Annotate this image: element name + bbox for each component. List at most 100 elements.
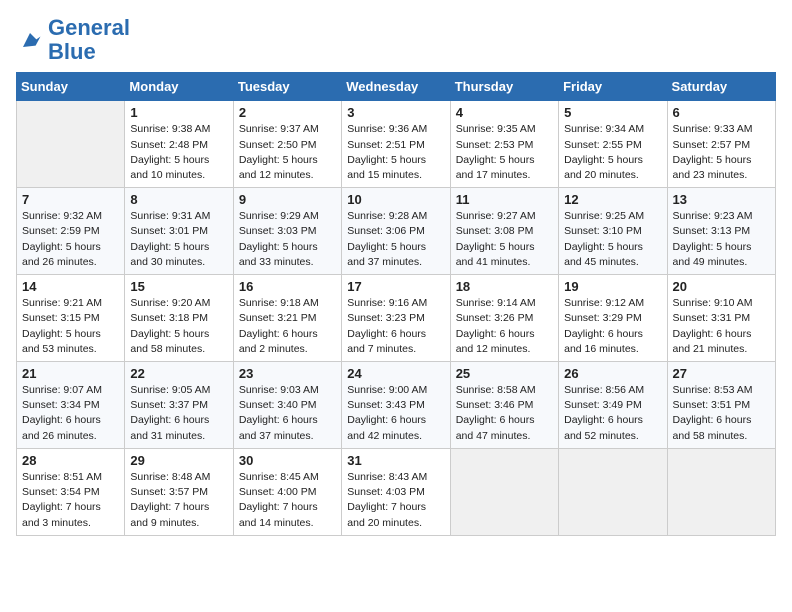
day-cell: 15Sunrise: 9:20 AMSunset: 3:18 PMDayligh… xyxy=(125,275,233,362)
day-info: Sunrise: 8:51 AMSunset: 3:54 PMDaylight:… xyxy=(22,470,119,531)
day-number: 6 xyxy=(673,105,770,120)
day-info: Sunrise: 8:56 AMSunset: 3:49 PMDaylight:… xyxy=(564,383,661,444)
day-number: 30 xyxy=(239,453,336,468)
day-cell: 26 Sunrise: 8:56 AMSunset: 3:49 PMDayligh… xyxy=(559,362,667,449)
day-cell: 4 Sunrise: 9:35 AMSunset: 2:53 PMDaylight… xyxy=(450,101,558,188)
page-header: General Blue xyxy=(16,16,776,64)
day-number: 23 xyxy=(239,366,336,381)
day-number: 27 xyxy=(673,366,770,381)
day-number: 7 xyxy=(22,192,119,207)
day-cell: 13 Sunrise: 9:23 AMSunset: 3:13 PMDayligh… xyxy=(667,188,775,275)
day-info: Sunrise: 9:32 AMSunset: 2:59 PMDaylight:… xyxy=(22,209,119,270)
day-number: 20 xyxy=(673,279,770,294)
day-info: Sunrise: 9:37 AMSunset: 2:50 PMDaylight:… xyxy=(239,122,336,183)
day-cell: 20 Sunrise: 9:10 AMSunset: 3:31 PMDayligh… xyxy=(667,275,775,362)
day-info: Sunrise: 9:29 AMSunset: 3:03 PMDaylight:… xyxy=(239,209,336,270)
day-cell: 25 Sunrise: 8:58 AMSunset: 3:46 PMDayligh… xyxy=(450,362,558,449)
day-number: 28 xyxy=(22,453,119,468)
header-cell-wednesday: Wednesday xyxy=(342,73,450,101)
day-info: Sunrise: 9:35 AMSunset: 2:53 PMDaylight:… xyxy=(456,122,553,183)
week-row-4: 21Sunrise: 9:07 AMSunset: 3:34 PMDayligh… xyxy=(17,362,776,449)
day-info: Sunrise: 9:31 AMSunset: 3:01 PMDaylight:… xyxy=(130,209,227,270)
day-number: 24 xyxy=(347,366,444,381)
day-cell: 8 Sunrise: 9:31 AMSunset: 3:01 PMDaylight… xyxy=(125,188,233,275)
day-cell: 31Sunrise: 8:43 AMSunset: 4:03 PMDayligh… xyxy=(342,448,450,535)
day-number: 9 xyxy=(239,192,336,207)
day-number: 10 xyxy=(347,192,444,207)
header-row: SundayMondayTuesdayWednesdayThursdayFrid… xyxy=(17,73,776,101)
day-info: Sunrise: 9:36 AMSunset: 2:51 PMDaylight:… xyxy=(347,122,444,183)
logo-text: General Blue xyxy=(48,16,130,64)
day-number: 21 xyxy=(22,366,119,381)
day-cell: 17 Sunrise: 9:16 AMSunset: 3:23 PMDayligh… xyxy=(342,275,450,362)
day-info: Sunrise: 9:21 AMSunset: 3:15 PMDaylight:… xyxy=(22,296,119,357)
day-info: Sunrise: 9:25 AMSunset: 3:10 PMDaylight:… xyxy=(564,209,661,270)
day-info: Sunrise: 9:20 AMSunset: 3:18 PMDaylight:… xyxy=(130,296,227,357)
header-cell-friday: Friday xyxy=(559,73,667,101)
day-cell xyxy=(17,101,125,188)
day-cell xyxy=(667,448,775,535)
day-info: Sunrise: 9:38 AMSunset: 2:48 PMDaylight:… xyxy=(130,122,227,183)
day-cell: 29 Sunrise: 8:48 AMSunset: 3:57 PMDayligh… xyxy=(125,448,233,535)
day-info: Sunrise: 8:48 AMSunset: 3:57 PMDaylight:… xyxy=(130,470,227,531)
day-info: Sunrise: 9:05 AMSunset: 3:37 PMDaylight:… xyxy=(130,383,227,444)
day-info: Sunrise: 9:00 AMSunset: 3:43 PMDaylight:… xyxy=(347,383,444,444)
day-cell: 28 Sunrise: 8:51 AMSunset: 3:54 PMDayligh… xyxy=(17,448,125,535)
day-cell: 9 Sunrise: 9:29 AMSunset: 3:03 PMDaylight… xyxy=(233,188,341,275)
day-number: 5 xyxy=(564,105,661,120)
day-info: Sunrise: 9:33 AMSunset: 2:57 PMDaylight:… xyxy=(673,122,770,183)
day-number: 19 xyxy=(564,279,661,294)
logo: General Blue xyxy=(16,16,130,64)
day-number: 26 xyxy=(564,366,661,381)
day-info: Sunrise: 8:53 AMSunset: 3:51 PMDaylight:… xyxy=(673,383,770,444)
day-info: Sunrise: 9:23 AMSunset: 3:13 PMDaylight:… xyxy=(673,209,770,270)
day-cell: 6 Sunrise: 9:33 AMSunset: 2:57 PMDaylight… xyxy=(667,101,775,188)
logo-icon xyxy=(16,26,44,54)
day-cell: 23 Sunrise: 9:03 AMSunset: 3:40 PMDayligh… xyxy=(233,362,341,449)
day-info: Sunrise: 9:16 AMSunset: 3:23 PMDaylight:… xyxy=(347,296,444,357)
day-number: 4 xyxy=(456,105,553,120)
day-number: 29 xyxy=(130,453,227,468)
day-number: 25 xyxy=(456,366,553,381)
day-cell: 3 Sunrise: 9:36 AMSunset: 2:51 PMDaylight… xyxy=(342,101,450,188)
day-info: Sunrise: 8:43 AMSunset: 4:03 PMDaylight:… xyxy=(347,470,444,531)
day-number: 22 xyxy=(130,366,227,381)
day-info: Sunrise: 9:03 AMSunset: 3:40 PMDaylight:… xyxy=(239,383,336,444)
day-info: Sunrise: 9:12 AMSunset: 3:29 PMDaylight:… xyxy=(564,296,661,357)
day-number: 1 xyxy=(130,105,227,120)
day-number: 3 xyxy=(347,105,444,120)
day-cell: 18Sunrise: 9:14 AMSunset: 3:26 PMDayligh… xyxy=(450,275,558,362)
day-cell xyxy=(450,448,558,535)
day-cell: 10 Sunrise: 9:28 AMSunset: 3:06 PMDayligh… xyxy=(342,188,450,275)
day-number: 16 xyxy=(239,279,336,294)
day-cell: 24 Sunrise: 9:00 AMSunset: 3:43 PMDayligh… xyxy=(342,362,450,449)
day-cell: 22 Sunrise: 9:05 AMSunset: 3:37 PMDayligh… xyxy=(125,362,233,449)
day-cell: 21Sunrise: 9:07 AMSunset: 3:34 PMDayligh… xyxy=(17,362,125,449)
day-number: 11 xyxy=(456,192,553,207)
day-info: Sunrise: 9:10 AMSunset: 3:31 PMDaylight:… xyxy=(673,296,770,357)
day-info: Sunrise: 9:14 AMSunset: 3:26 PMDaylight:… xyxy=(456,296,553,357)
day-cell: 5 Sunrise: 9:34 AMSunset: 2:55 PMDaylight… xyxy=(559,101,667,188)
day-cell: 1 Sunrise: 9:38 AMSunset: 2:48 PMDaylight… xyxy=(125,101,233,188)
day-number: 8 xyxy=(130,192,227,207)
day-number: 13 xyxy=(673,192,770,207)
day-info: Sunrise: 8:58 AMSunset: 3:46 PMDaylight:… xyxy=(456,383,553,444)
header-cell-sunday: Sunday xyxy=(17,73,125,101)
day-number: 17 xyxy=(347,279,444,294)
day-info: Sunrise: 9:18 AMSunset: 3:21 PMDaylight:… xyxy=(239,296,336,357)
day-cell: 27 Sunrise: 8:53 AMSunset: 3:51 PMDayligh… xyxy=(667,362,775,449)
day-info: Sunrise: 9:34 AMSunset: 2:55 PMDaylight:… xyxy=(564,122,661,183)
day-number: 14 xyxy=(22,279,119,294)
week-row-5: 28 Sunrise: 8:51 AMSunset: 3:54 PMDayligh… xyxy=(17,448,776,535)
week-row-1: 1 Sunrise: 9:38 AMSunset: 2:48 PMDaylight… xyxy=(17,101,776,188)
day-cell: 19 Sunrise: 9:12 AMSunset: 3:29 PMDayligh… xyxy=(559,275,667,362)
day-cell: 30 Sunrise: 8:45 AMSunset: 4:00 PMDayligh… xyxy=(233,448,341,535)
day-info: Sunrise: 8:45 AMSunset: 4:00 PMDaylight:… xyxy=(239,470,336,531)
week-row-3: 14 Sunrise: 9:21 AMSunset: 3:15 PMDayligh… xyxy=(17,275,776,362)
day-number: 2 xyxy=(239,105,336,120)
day-cell: 12 Sunrise: 9:25 AMSunset: 3:10 PMDayligh… xyxy=(559,188,667,275)
day-cell: 14 Sunrise: 9:21 AMSunset: 3:15 PMDayligh… xyxy=(17,275,125,362)
day-cell: 2 Sunrise: 9:37 AMSunset: 2:50 PMDaylight… xyxy=(233,101,341,188)
day-number: 12 xyxy=(564,192,661,207)
day-info: Sunrise: 9:28 AMSunset: 3:06 PMDaylight:… xyxy=(347,209,444,270)
